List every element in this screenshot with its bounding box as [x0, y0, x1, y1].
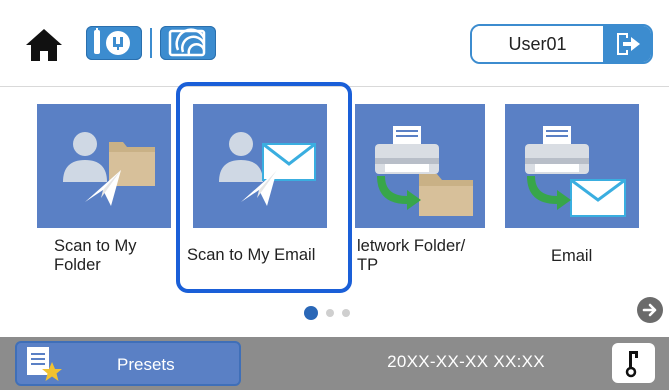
page-dot: [326, 309, 334, 317]
presets-button[interactable]: Presets: [15, 341, 241, 386]
ethernet-icon: [94, 28, 130, 55]
network-status[interactable]: [86, 23, 226, 63]
user-account[interactable]: User01: [470, 24, 653, 64]
next-page-button[interactable]: [637, 297, 663, 323]
key-button[interactable]: [612, 343, 655, 383]
arrow-right-icon: [642, 303, 657, 317]
page-dot-active: [304, 306, 318, 320]
tile-label-network-folder-ftp: letwork Folder/ TP: [357, 237, 466, 274]
status-divider: [150, 28, 152, 58]
user-folder-icon: [63, 132, 155, 206]
key-icon: [625, 351, 638, 378]
wifi-status: [160, 26, 216, 60]
logout-button[interactable]: [605, 26, 651, 62]
tile-network-folder-ftp[interactable]: [355, 104, 485, 228]
user-name[interactable]: User01: [472, 26, 605, 62]
page-dot: [342, 309, 350, 317]
presets-icon: [27, 347, 62, 381]
selection-highlight: [176, 82, 352, 293]
tile-label-scan-to-my-folder: Scan to My Folder: [54, 237, 137, 274]
presets-label: Presets: [117, 355, 175, 374]
tile-label-email: Email: [551, 247, 593, 265]
wifi-icon: [168, 28, 206, 57]
printer-folder-icon: [375, 126, 473, 216]
date-time: 20XX-XX-XX XX:XX: [387, 352, 545, 371]
logout-icon: [617, 33, 640, 55]
home-icon: [26, 29, 62, 61]
tile-email[interactable]: [505, 104, 639, 228]
page-indicator: [304, 306, 350, 320]
tile-scan-to-my-folder[interactable]: [37, 104, 171, 228]
printer-email-icon: [525, 126, 626, 217]
home-button[interactable]: [22, 25, 66, 65]
ethernet-status: [86, 26, 142, 60]
